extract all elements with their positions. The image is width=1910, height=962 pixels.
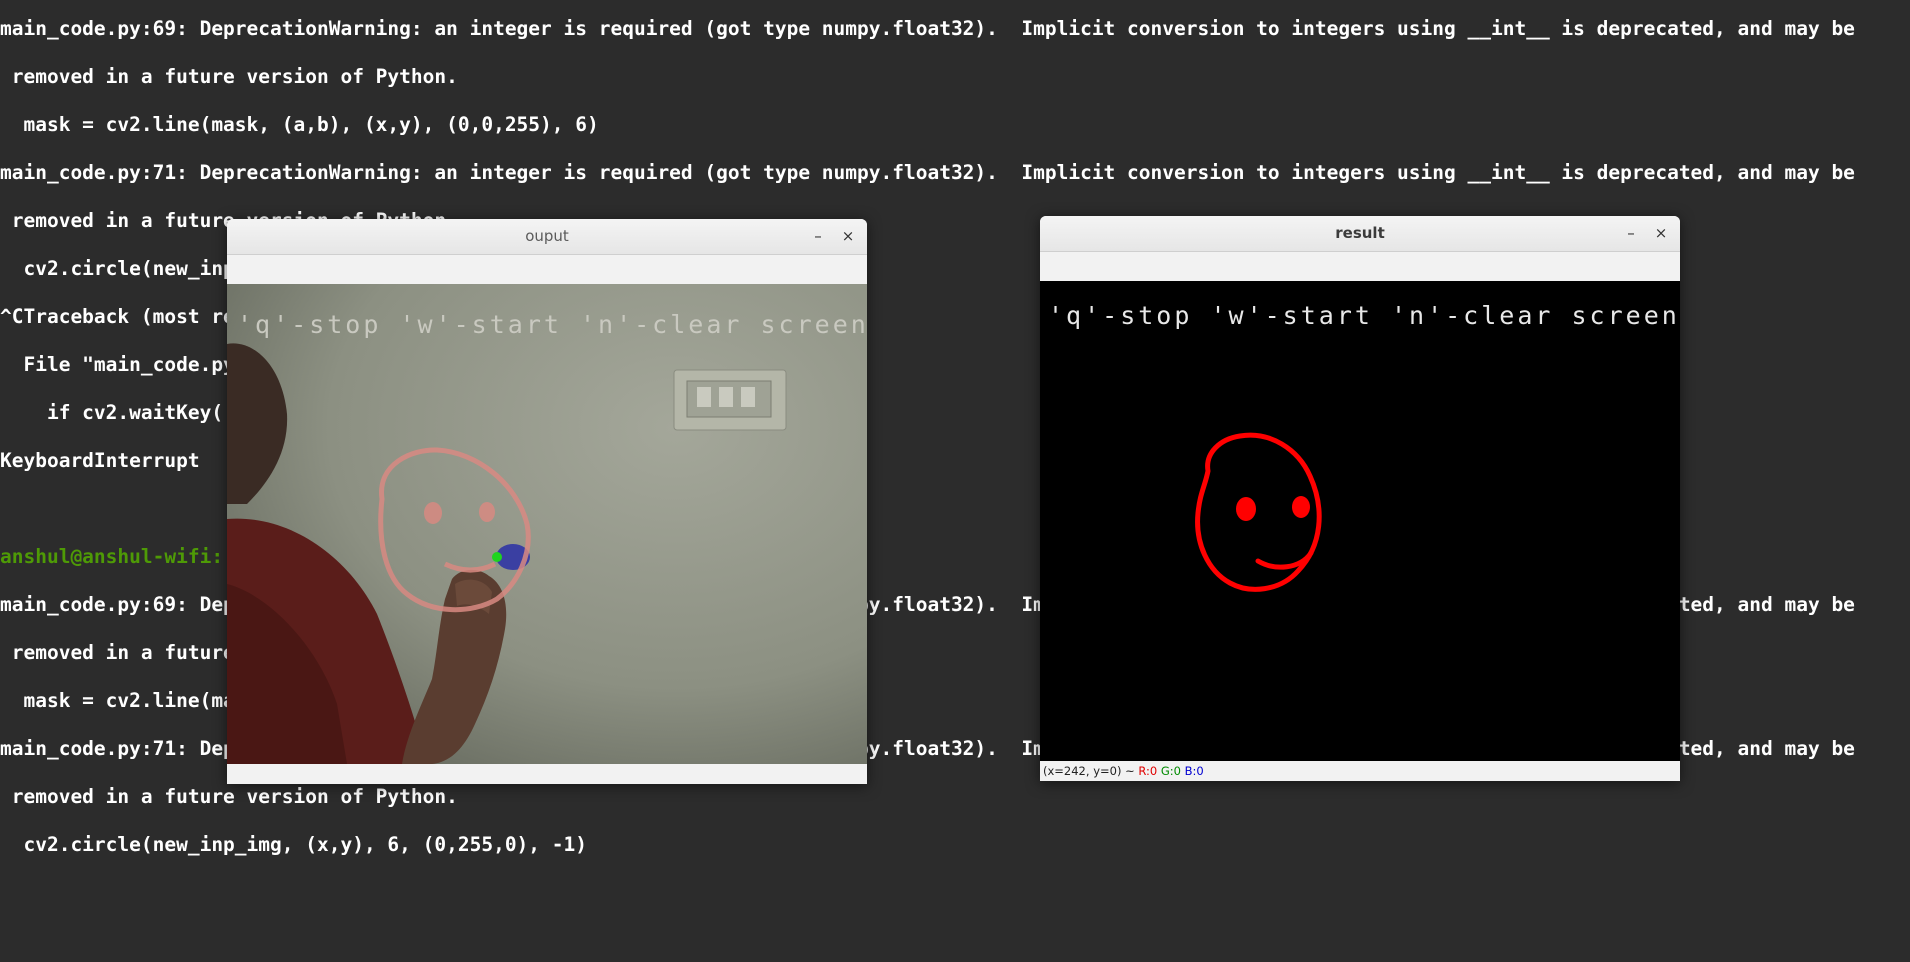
minimize-button[interactable]: – <box>803 219 833 254</box>
terminal-prompt: anshul@anshul-wifi: <box>0 545 224 568</box>
result-canvas[interactable]: 'q'-stop 'w'-start 'n'-clear screen <box>1040 281 1680 761</box>
close-button[interactable]: × <box>1646 216 1676 251</box>
smiley-left-eye <box>1236 497 1256 521</box>
terminal-line: File "main_code.py" <box>0 353 247 376</box>
smiley-drawing <box>1195 432 1322 592</box>
camera-overlay-text: 'q'-stop 'w'-start 'n'-clear screen <box>237 310 867 339</box>
status-red: R:0 <box>1138 764 1158 778</box>
smiley-right-eye <box>1292 496 1310 518</box>
result-window-title: result <box>1335 224 1385 242</box>
pixel-status-bar: (x=242, y=0) ~ R:0 G:0 B:0 <box>1040 762 1680 781</box>
result-toolbar <box>1040 252 1680 280</box>
output-window-title: ouput <box>525 227 569 245</box>
camera-image <box>227 284 867 764</box>
result-window[interactable]: result – × 'q'-stop 'w'-start 'n'-clear … <box>1040 216 1680 781</box>
terminal-prompt-line: anshul@anshul-wifi: <box>0 533 223 581</box>
result-titlebar[interactable]: result – × <box>1040 216 1680 252</box>
camera-feed[interactable]: 'q'-stop 'w'-start 'n'-clear screen <box>227 284 867 764</box>
minimize-button[interactable]: – <box>1616 216 1646 251</box>
status-blue: B:0 <box>1184 764 1204 778</box>
result-overlay-text: 'q'-stop 'w'-start 'n'-clear screen <box>1048 301 1680 330</box>
wall-switch-plate <box>673 369 787 431</box>
terminal-line: main_code.py:71: DeprecationWarning: an … <box>0 161 1855 184</box>
terminal-line: removed in a future version of Python. <box>0 65 458 88</box>
terminal-line: main_code.py:69: DeprecationWarning: an … <box>0 17 1855 40</box>
terminal-line: cv2.circle(new_inp_img, (x,y), 6, (0,255… <box>0 833 587 856</box>
status-coords: (x=242, y=0) ~ <box>1043 764 1139 778</box>
output-titlebar[interactable]: ouput – × <box>227 219 867 255</box>
terminal-line: if cv2.waitKey( <box>0 401 224 424</box>
terminal-line: KeyboardInterrupt <box>0 449 200 472</box>
output-window[interactable]: ouput – × 'q'-stop 'w'-start 'n'-clear s… <box>227 219 867 784</box>
status-green: G:0 <box>1160 764 1181 778</box>
terminal-line: mask = cv2.line(mask, (a,b), (x,y), (0,0… <box>0 113 599 136</box>
output-toolbar <box>227 255 867 283</box>
close-button[interactable]: × <box>833 219 863 254</box>
